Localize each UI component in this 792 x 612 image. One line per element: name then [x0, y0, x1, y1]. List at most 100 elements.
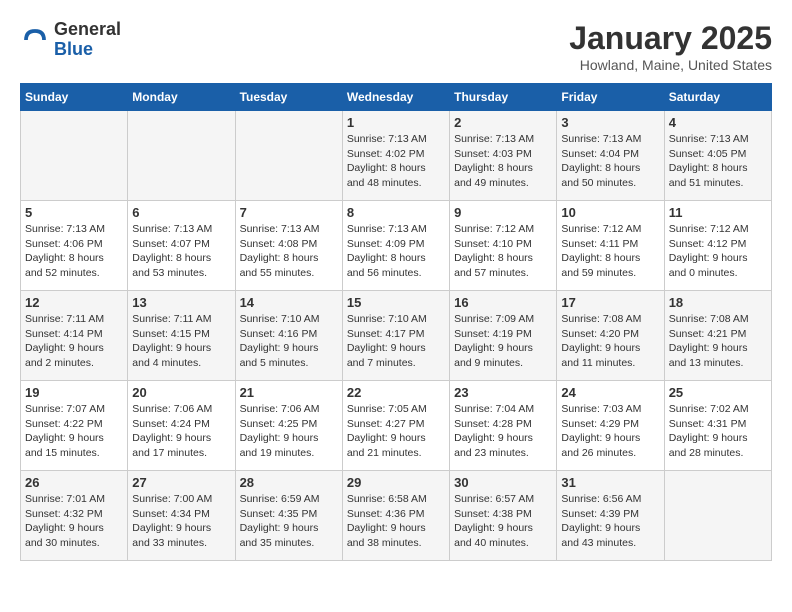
day-info: Sunrise: 6:57 AMSunset: 4:38 PMDaylight:…	[454, 492, 552, 551]
day-info: Sunrise: 7:13 AMSunset: 4:06 PMDaylight:…	[25, 222, 123, 281]
calendar-cell: 6 Sunrise: 7:13 AMSunset: 4:07 PMDaylight…	[128, 201, 235, 291]
day-number: 26	[25, 475, 123, 490]
calendar-cell: 29Sunrise: 6:58 AMSunset: 4:36 PMDayligh…	[342, 471, 449, 561]
day-number: 15	[347, 295, 445, 310]
logo: General Blue	[20, 20, 121, 60]
calendar-cell	[21, 111, 128, 201]
logo-general: General	[54, 19, 121, 39]
day-info: Sunrise: 6:56 AMSunset: 4:39 PMDaylight:…	[561, 492, 659, 551]
day-number: 17	[561, 295, 659, 310]
calendar-week-row: 5Sunrise: 7:13 AMSunset: 4:06 PMDaylight…	[21, 201, 772, 291]
calendar-week-row: 19 Sunrise: 7:07 AMSunset: 4:22 PMDayligh…	[21, 381, 772, 471]
day-number: 6	[132, 205, 230, 220]
calendar-cell: 13Sunrise: 7:11 AMSunset: 4:15 PMDayligh…	[128, 291, 235, 381]
calendar-cell: 20Sunrise: 7:06 AMSunset: 4:24 PMDayligh…	[128, 381, 235, 471]
day-number: 2	[454, 115, 552, 130]
day-number: 21	[240, 385, 338, 400]
calendar-cell: 14Sunrise: 7:10 AMSunset: 4:16 PMDayligh…	[235, 291, 342, 381]
calendar-cell: 5Sunrise: 7:13 AMSunset: 4:06 PMDaylight…	[21, 201, 128, 291]
calendar-cell: 3Sunrise: 7:13 AMSunset: 4:04 PMDaylight…	[557, 111, 664, 201]
day-number: 12	[25, 295, 123, 310]
calendar-cell: 4 Sunrise: 7:13 AMSunset: 4:05 PMDaylight…	[664, 111, 771, 201]
calendar-cell: 7 Sunrise: 7:13 AMSunset: 4:08 PMDaylight…	[235, 201, 342, 291]
calendar-cell: 15 Sunrise: 7:10 AMSunset: 4:17 PMDayligh…	[342, 291, 449, 381]
day-info: Sunrise: 7:13 AMSunset: 4:02 PMDaylight:…	[347, 132, 445, 191]
day-number: 23	[454, 385, 552, 400]
calendar-cell	[128, 111, 235, 201]
day-header-monday: Monday	[128, 84, 235, 111]
calendar-cell: 23 Sunrise: 7:04 AMSunset: 4:28 PMDayligh…	[450, 381, 557, 471]
day-info: Sunrise: 6:59 AMSunset: 4:35 PMDaylight:…	[240, 492, 338, 551]
day-info: Sunrise: 7:02 AMSunset: 4:31 PMDaylight:…	[669, 402, 767, 461]
day-header-wednesday: Wednesday	[342, 84, 449, 111]
day-info: Sunrise: 7:06 AMSunset: 4:24 PMDaylight:…	[132, 402, 230, 461]
title-block: January 2025 Howland, Maine, United Stat…	[569, 20, 772, 73]
calendar-cell	[664, 471, 771, 561]
day-info: Sunrise: 6:58 AMSunset: 4:36 PMDaylight:…	[347, 492, 445, 551]
day-number: 24	[561, 385, 659, 400]
day-number: 9	[454, 205, 552, 220]
day-number: 7	[240, 205, 338, 220]
month-title: January 2025	[569, 20, 772, 57]
day-number: 11	[669, 205, 767, 220]
calendar-cell: 22Sunrise: 7:05 AMSunset: 4:27 PMDayligh…	[342, 381, 449, 471]
day-info: Sunrise: 7:00 AMSunset: 4:34 PMDaylight:…	[132, 492, 230, 551]
day-info: Sunrise: 7:03 AMSunset: 4:29 PMDaylight:…	[561, 402, 659, 461]
day-number: 18	[669, 295, 767, 310]
calendar-cell: 31 Sunrise: 6:56 AMSunset: 4:39 PMDayligh…	[557, 471, 664, 561]
calendar-cell: 30 Sunrise: 6:57 AMSunset: 4:38 PMDayligh…	[450, 471, 557, 561]
day-number: 30	[454, 475, 552, 490]
calendar-cell: 18 Sunrise: 7:08 AMSunset: 4:21 PMDayligh…	[664, 291, 771, 381]
calendar-cell: 8Sunrise: 7:13 AMSunset: 4:09 PMDaylight…	[342, 201, 449, 291]
day-info: Sunrise: 7:06 AMSunset: 4:25 PMDaylight:…	[240, 402, 338, 461]
calendar-week-row: 1Sunrise: 7:13 AMSunset: 4:02 PMDaylight…	[21, 111, 772, 201]
calendar-cell: 24 Sunrise: 7:03 AMSunset: 4:29 PMDayligh…	[557, 381, 664, 471]
calendar-cell: 19 Sunrise: 7:07 AMSunset: 4:22 PMDayligh…	[21, 381, 128, 471]
day-info: Sunrise: 7:12 AMSunset: 4:10 PMDaylight:…	[454, 222, 552, 281]
day-number: 25	[669, 385, 767, 400]
day-number: 19	[25, 385, 123, 400]
day-info: Sunrise: 7:04 AMSunset: 4:28 PMDaylight:…	[454, 402, 552, 461]
day-info: Sunrise: 7:13 AMSunset: 4:04 PMDaylight:…	[561, 132, 659, 191]
day-number: 16	[454, 295, 552, 310]
day-header-sunday: Sunday	[21, 84, 128, 111]
day-info: Sunrise: 7:13 AMSunset: 4:05 PMDaylight:…	[669, 132, 767, 191]
day-info: Sunrise: 7:12 AMSunset: 4:11 PMDaylight:…	[561, 222, 659, 281]
day-info: Sunrise: 7:01 AMSunset: 4:32 PMDaylight:…	[25, 492, 123, 551]
calendar-cell: 9 Sunrise: 7:12 AMSunset: 4:10 PMDaylight…	[450, 201, 557, 291]
day-header-thursday: Thursday	[450, 84, 557, 111]
day-number: 4	[669, 115, 767, 130]
location: Howland, Maine, United States	[569, 57, 772, 73]
day-info: Sunrise: 7:10 AMSunset: 4:17 PMDaylight:…	[347, 312, 445, 371]
logo-blue: Blue	[54, 39, 93, 59]
day-info: Sunrise: 7:07 AMSunset: 4:22 PMDaylight:…	[25, 402, 123, 461]
day-number: 31	[561, 475, 659, 490]
day-info: Sunrise: 7:10 AMSunset: 4:16 PMDaylight:…	[240, 312, 338, 371]
calendar-cell: 12 Sunrise: 7:11 AMSunset: 4:14 PMDayligh…	[21, 291, 128, 381]
day-number: 27	[132, 475, 230, 490]
calendar-cell: 28 Sunrise: 6:59 AMSunset: 4:35 PMDayligh…	[235, 471, 342, 561]
page-header: General Blue January 2025 Howland, Maine…	[20, 20, 772, 73]
calendar-week-row: 26 Sunrise: 7:01 AMSunset: 4:32 PMDayligh…	[21, 471, 772, 561]
day-info: Sunrise: 7:11 AMSunset: 4:14 PMDaylight:…	[25, 312, 123, 371]
day-info: Sunrise: 7:13 AMSunset: 4:03 PMDaylight:…	[454, 132, 552, 191]
calendar-cell	[235, 111, 342, 201]
calendar-week-row: 12 Sunrise: 7:11 AMSunset: 4:14 PMDayligh…	[21, 291, 772, 381]
day-info: Sunrise: 7:13 AMSunset: 4:08 PMDaylight:…	[240, 222, 338, 281]
day-header-tuesday: Tuesday	[235, 84, 342, 111]
calendar-cell: 27 Sunrise: 7:00 AMSunset: 4:34 PMDayligh…	[128, 471, 235, 561]
calendar-cell: 17Sunrise: 7:08 AMSunset: 4:20 PMDayligh…	[557, 291, 664, 381]
logo-icon	[20, 25, 50, 55]
calendar-header-row: SundayMondayTuesdayWednesdayThursdayFrid…	[21, 84, 772, 111]
calendar-cell: 25 Sunrise: 7:02 AMSunset: 4:31 PMDayligh…	[664, 381, 771, 471]
calendar-cell: 11 Sunrise: 7:12 AMSunset: 4:12 PMDayligh…	[664, 201, 771, 291]
day-number: 8	[347, 205, 445, 220]
day-info: Sunrise: 7:12 AMSunset: 4:12 PMDaylight:…	[669, 222, 767, 281]
calendar-body: 1Sunrise: 7:13 AMSunset: 4:02 PMDaylight…	[21, 111, 772, 561]
day-number: 13	[132, 295, 230, 310]
day-number: 10	[561, 205, 659, 220]
day-number: 28	[240, 475, 338, 490]
day-info: Sunrise: 7:08 AMSunset: 4:21 PMDaylight:…	[669, 312, 767, 371]
logo-text: General Blue	[54, 20, 121, 60]
day-info: Sunrise: 7:13 AMSunset: 4:07 PMDaylight:…	[132, 222, 230, 281]
